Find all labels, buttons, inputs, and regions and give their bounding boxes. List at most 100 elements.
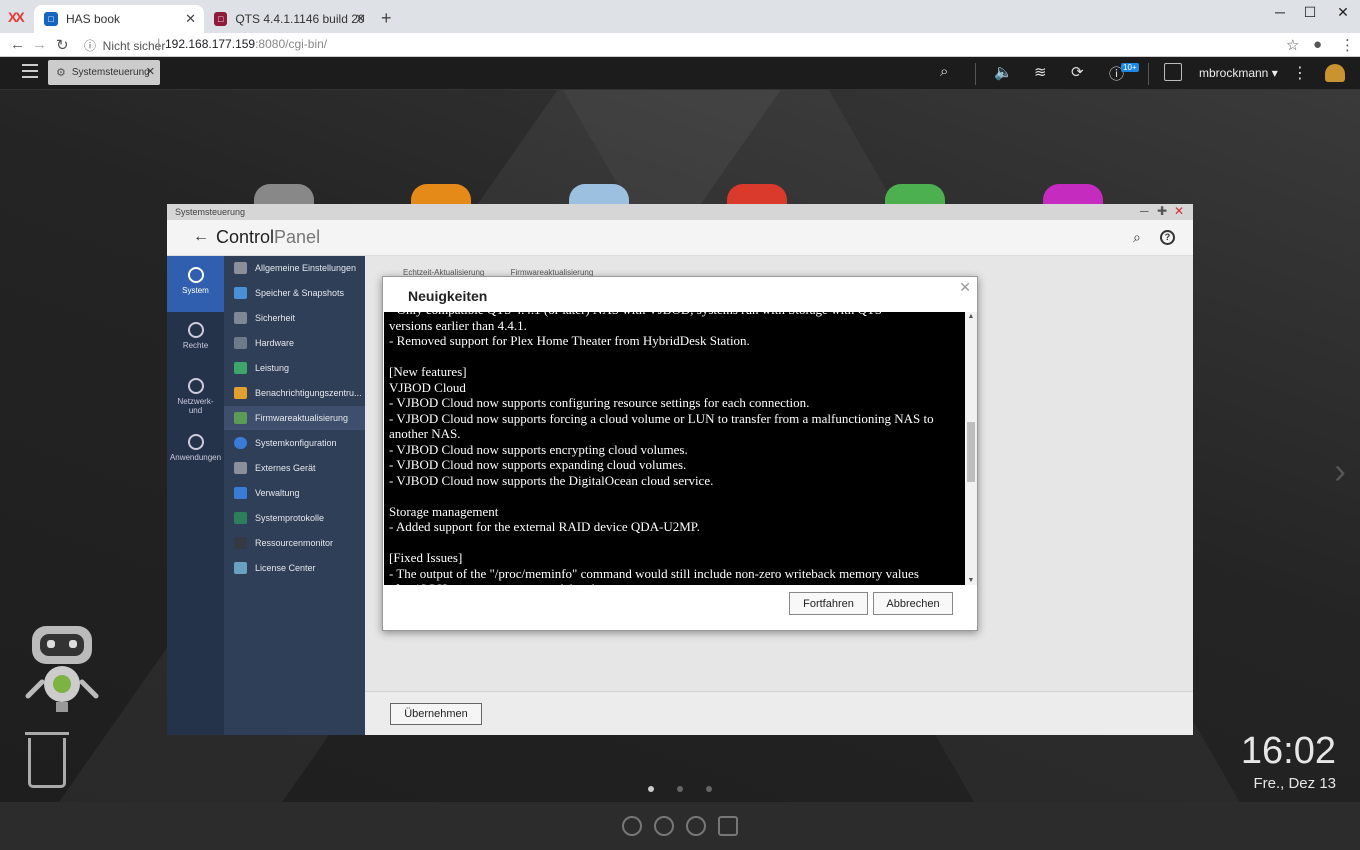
continue-button[interactable]: Fortfahren — [789, 592, 868, 615]
close-icon[interactable]: ✕ — [185, 11, 196, 27]
scrollbar[interactable]: ▲ ▼ — [965, 312, 977, 585]
menu-label: Verwaltung — [255, 488, 300, 498]
scrollbar-thumb[interactable] — [967, 422, 975, 482]
notification-badge: 10+ — [1121, 63, 1139, 72]
volume-icon[interactable]: 🔈 — [994, 63, 1013, 81]
window-maximize-icon[interactable]: ✚ — [1157, 204, 1167, 218]
window-close-icon[interactable]: ✕ — [1328, 4, 1358, 21]
more-options-icon[interactable]: ⋮ — [1292, 63, 1308, 83]
close-icon[interactable]: ✕ — [146, 65, 155, 78]
menu-label: Systemkonfiguration — [255, 438, 337, 448]
menu-label: Allgemeine Einstellungen — [255, 263, 357, 273]
security-info[interactable]: ⓘ Nicht sicher — [84, 37, 165, 54]
next-page-arrow-icon[interactable]: › — [1334, 450, 1346, 492]
background-tasks-icon[interactable]: ≋ — [1034, 63, 1047, 81]
qts-favicon-icon: □ — [214, 12, 228, 26]
maximize-icon[interactable]: ☐ — [1295, 4, 1325, 21]
release-note-line: - Added support for the external RAID de… — [389, 519, 700, 534]
menu-item[interactable]: Benachrichtigungszentru... — [224, 381, 365, 405]
profile-icon[interactable]: ● — [1313, 36, 1322, 53]
browser-menu-icon[interactable]: ⋮ — [1340, 36, 1355, 54]
taskbar-app-systemsteuerung[interactable]: ⚙ Systemsteuerung ✕ — [48, 60, 160, 85]
menu-item-active[interactable]: Firmwareaktualisierung — [224, 406, 365, 430]
category-system[interactable]: System — [167, 256, 224, 312]
menu-item[interactable]: Hardware — [224, 331, 365, 355]
release-note-line: after iSCSI storage targets were deleted… — [389, 581, 961, 585]
release-note-line: - Only compatible QTS 4.4.1 (or later) N… — [389, 312, 961, 318]
bookmark-star-icon[interactable]: ☆ — [1286, 36, 1299, 54]
menu-label: Speicher & Snapshots — [255, 288, 345, 298]
gear-icon: ⚙ — [56, 67, 66, 79]
menu-item[interactable]: Verwaltung — [224, 481, 365, 505]
storage-overview-icon[interactable] — [686, 816, 706, 836]
tab-label: QTS 4.4.1.1146 build 20191206 | — [235, 12, 364, 26]
divider — [1148, 63, 1149, 85]
menu-item[interactable]: Externes Gerät — [224, 456, 365, 480]
window-titlebar[interactable]: Systemsteuerung — [167, 204, 1193, 220]
user-menu[interactable]: mbrockmann ▾ — [1199, 66, 1278, 80]
menu-item[interactable]: Systemprotokolle — [224, 506, 365, 530]
url-input[interactable]: 192.168.177.159:8080/cgi-bin/ — [165, 37, 327, 51]
menu-item[interactable]: Allgemeine Einstellungen — [224, 256, 365, 280]
menu-item[interactable]: License Center — [224, 556, 365, 580]
release-notes[interactable]: - Only compatible QTS 4.4.1 (or later) N… — [384, 312, 965, 585]
back-arrow-icon[interactable]: ← — [193, 228, 209, 246]
page-dot-3[interactable] — [706, 786, 712, 792]
window-minimize-icon[interactable]: ─ — [1140, 204, 1149, 218]
menu-item[interactable]: Ressourcenmonitor — [224, 531, 365, 555]
category-netzwerk[interactable]: Netzwerk- und — [167, 374, 224, 424]
close-icon[interactable]: ✕ — [355, 11, 366, 27]
close-icon[interactable]: ✕ — [959, 279, 971, 296]
search-icon[interactable]: ⌕ — [940, 63, 948, 80]
page-dot-2[interactable] — [677, 786, 683, 792]
release-note-line: [Fixed Issues] — [389, 550, 463, 565]
forward-arrow-icon[interactable]: → — [32, 36, 47, 53]
sync-icon[interactable]: ⟳ — [1071, 63, 1084, 81]
browser-tab-hasbook[interactable]: □ HAS book ✕ — [34, 5, 204, 33]
new-tab-icon[interactable]: + — [381, 8, 392, 29]
menu-item[interactable]: Speicher & Snapshots — [224, 281, 365, 305]
address-bar: ← → ↻ ⓘ Nicht sicher | 192.168.177.159:8… — [0, 33, 1360, 57]
menu-item[interactable]: Leistung — [224, 356, 365, 380]
category-anwendungen[interactable]: Anwendungen — [167, 430, 224, 480]
page-title: ControlPanel — [216, 227, 320, 248]
myqnapcloud-icon[interactable] — [622, 816, 642, 836]
dashboard-icon[interactable] — [1325, 64, 1345, 82]
feedback-icon[interactable] — [718, 816, 738, 836]
monitor-icon — [234, 487, 247, 499]
user-icon — [187, 322, 204, 338]
apply-button[interactable]: Übernehmen — [390, 703, 482, 725]
menu-item[interactable]: Systemkonfiguration — [224, 431, 365, 455]
main-menu-icon[interactable] — [22, 64, 38, 78]
username: mbrockmann — [1199, 66, 1269, 80]
url-path: :8080/cgi-bin/ — [255, 37, 328, 51]
page-dot-1[interactable] — [648, 786, 654, 792]
menu-label: Systemprotokolle — [255, 513, 325, 523]
cancel-button[interactable]: Abbrechen — [873, 592, 953, 615]
back-arrow-icon[interactable]: ← — [10, 36, 25, 53]
window-close-icon[interactable]: ✕ — [1174, 204, 1184, 218]
release-note-line: Storage management — [389, 503, 499, 519]
hasbook-favicon-icon: □ — [44, 12, 58, 26]
search-icon[interactable]: ⌕ — [1133, 229, 1141, 246]
taskbar-app-label: Systemsteuerung — [71, 67, 150, 78]
menu-item[interactable]: Sicherheit — [224, 306, 365, 330]
minimize-icon[interactable]: ─ — [1265, 4, 1295, 20]
scroll-up-arrow-icon[interactable]: ▲ — [965, 313, 977, 320]
content-footer: Übernehmen — [365, 691, 1193, 735]
browser-tab-qts[interactable]: □ QTS 4.4.1.1146 build 20191206 | ✕ — [204, 5, 374, 33]
release-note-line: - VJBOD Cloud now supports encrypting cl… — [389, 441, 688, 457]
url-separator: | — [157, 36, 161, 51]
release-note-line: - Removed support for Plex Home Theater … — [389, 333, 750, 348]
trash-icon[interactable] — [25, 732, 69, 788]
reload-icon[interactable]: ↻ — [56, 36, 69, 54]
scroll-down-arrow-icon[interactable]: ▼ — [965, 577, 977, 584]
menu-label: Firmwareaktualisierung — [255, 413, 349, 423]
qboost-robot-icon[interactable] — [24, 626, 100, 716]
user-avatar-icon[interactable] — [1164, 63, 1182, 81]
release-note-line — [389, 488, 961, 504]
help-icon[interactable]: ? — [1160, 230, 1175, 245]
security-label: Nicht sicher — [102, 39, 166, 53]
category-rechte[interactable]: Rechte — [167, 318, 224, 368]
utility-icon[interactable] — [654, 816, 674, 836]
